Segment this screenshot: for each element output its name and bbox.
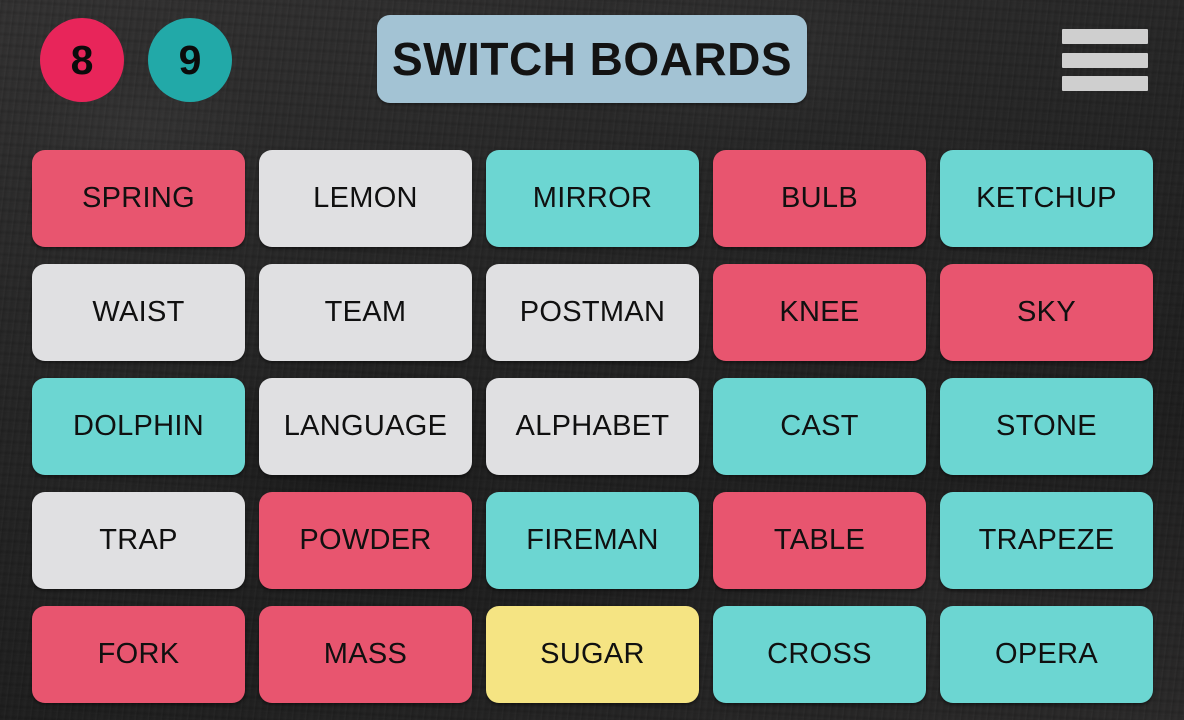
word-tile-label: KETCHUP: [976, 182, 1117, 214]
word-tile[interactable]: LEMON: [259, 150, 472, 247]
word-tile[interactable]: ALPHABET: [486, 378, 699, 475]
word-tile-grid: SPRING LEMON MIRROR BULB KETCHUP WAIST TEAM POS…: [32, 150, 1153, 703]
word-tile[interactable]: MIRROR: [486, 150, 699, 247]
word-tile-label: TRAP: [99, 524, 178, 556]
word-tile[interactable]: STONE: [940, 378, 1153, 475]
score-badge-teal-value: 9: [178, 36, 202, 83]
game-screen: 8 9 SWITCH BOARDS SPRING LEMON MIRROR BULB K…: [0, 0, 1184, 720]
hamburger-bar-bottom: [1062, 76, 1148, 91]
word-tile-label: FORK: [97, 638, 180, 670]
score-badge-pink[interactable]: 8: [40, 18, 124, 102]
page-title: SWITCH BOARDS: [391, 33, 793, 85]
word-tile-label: MIRROR: [532, 182, 653, 214]
word-tile-label: TEAM: [324, 296, 407, 328]
word-tile[interactable]: MASS: [259, 606, 472, 703]
word-tile-label: CROSS: [767, 638, 872, 670]
word-tile[interactable]: CAST: [713, 378, 926, 475]
word-tile[interactable]: POWDER: [259, 492, 472, 589]
hamburger-bar-top: [1062, 29, 1148, 44]
word-tile[interactable]: TRAP: [32, 492, 245, 589]
word-tile-label: ALPHABET: [515, 410, 670, 442]
word-tile-label: TABLE: [773, 524, 866, 556]
word-tile[interactable]: DOLPHIN: [32, 378, 245, 475]
word-tile-label: BULB: [781, 182, 858, 214]
word-tile-label: TRAPEZE: [978, 524, 1115, 556]
hamburger-menu-icon[interactable]: [1062, 24, 1148, 96]
word-tile[interactable]: KNEE: [713, 264, 926, 361]
word-tile-label: LANGUAGE: [283, 410, 448, 442]
word-tile[interactable]: KETCHUP: [940, 150, 1153, 247]
word-tile-label: SUGAR: [540, 638, 645, 670]
word-tile-label: SPRING: [82, 182, 195, 214]
hamburger-bar-middle: [1062, 52, 1148, 68]
top-bar: 8 9 SWITCH BOARDS: [0, 0, 1184, 124]
word-tile-label: SKY: [1017, 296, 1076, 328]
word-tile-label: STONE: [996, 410, 1097, 442]
word-tile[interactable]: FIREMAN: [486, 492, 699, 589]
word-tile[interactable]: WAIST: [32, 264, 245, 361]
word-tile-label: WAIST: [92, 296, 185, 328]
word-tile[interactable]: LANGUAGE: [259, 378, 472, 475]
score-badge-pink-value: 8: [70, 36, 94, 83]
word-tile[interactable]: TABLE: [713, 492, 926, 589]
word-tile-label: MASS: [323, 638, 408, 670]
word-tile-label: LEMON: [313, 182, 418, 214]
word-tile[interactable]: TEAM: [259, 264, 472, 361]
title-banner: SWITCH BOARDS: [377, 15, 807, 103]
word-tile[interactable]: CROSS: [713, 606, 926, 703]
word-tile-label: DOLPHIN: [72, 410, 204, 442]
word-tile-label: POWDER: [299, 524, 432, 556]
word-tile[interactable]: POSTMAN: [486, 264, 699, 361]
word-tile-label: KNEE: [779, 296, 860, 328]
word-tile[interactable]: SKY: [940, 264, 1153, 361]
word-tile[interactable]: BULB: [713, 150, 926, 247]
word-tile-label: POSTMAN: [519, 296, 666, 328]
word-tile-label: CAST: [780, 410, 859, 442]
score-badge-teal[interactable]: 9: [148, 18, 232, 102]
word-tile[interactable]: SPRING: [32, 150, 245, 247]
word-tile-label: FIREMAN: [526, 524, 659, 556]
word-tile[interactable]: FORK: [32, 606, 245, 703]
word-tile[interactable]: OPERA: [940, 606, 1153, 703]
word-tile[interactable]: TRAPEZE: [940, 492, 1153, 589]
word-tile[interactable]: SUGAR: [486, 606, 699, 703]
word-tile-label: OPERA: [994, 638, 1099, 670]
